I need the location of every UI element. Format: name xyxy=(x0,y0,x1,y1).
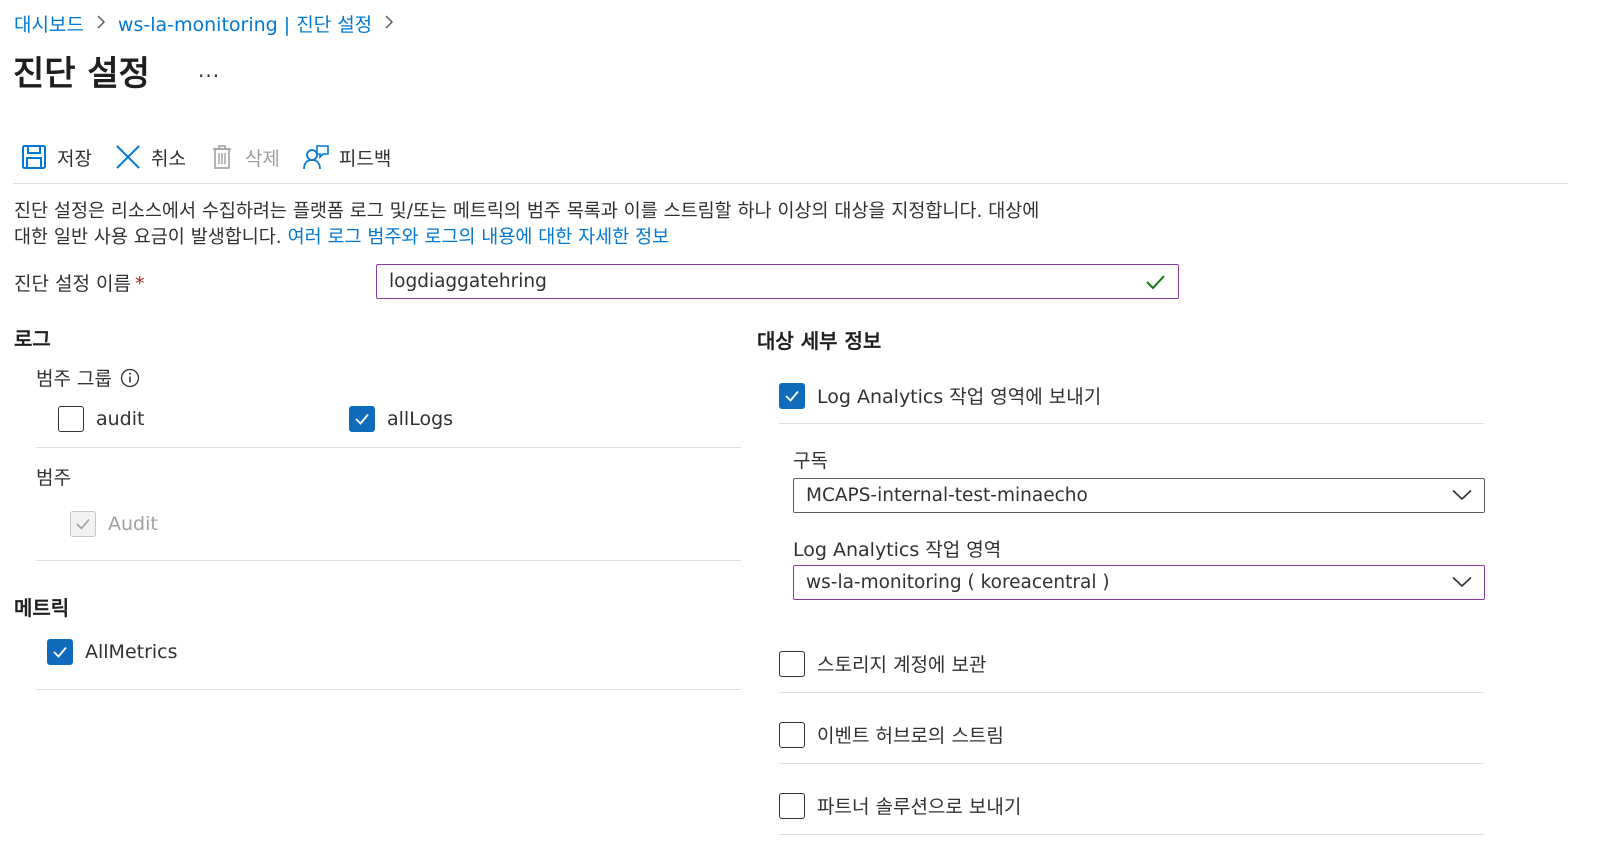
destination-section-title: 대상 세부 정보 xyxy=(757,329,882,353)
event-hub-option[interactable]: 이벤트 허브로의 스트림 xyxy=(779,721,1004,748)
divider xyxy=(779,763,1484,764)
description: 진단 설정은 리소스에서 수집하려는 플랫폼 로그 및/또는 메트릭의 범주 목… xyxy=(14,199,1044,251)
setting-name-label-text: 진단 설정 이름 xyxy=(14,273,131,295)
partner-option[interactable]: 파트너 솔루션으로 보내기 xyxy=(779,792,1021,819)
metrics-section-title: 메트릭 xyxy=(14,596,70,620)
chevron-right-icon xyxy=(96,14,106,34)
setting-name-value[interactable]: logdiaggatehring xyxy=(389,271,1144,292)
checkmark-icon xyxy=(53,646,67,658)
feedback-label: 피드백 xyxy=(338,147,392,170)
category-group-alllogs-label: allLogs xyxy=(387,408,454,430)
page-title: 진단 설정 xyxy=(13,54,150,94)
chevron-down-icon xyxy=(1452,485,1472,506)
checkbox[interactable] xyxy=(779,650,805,677)
checkbox-checked[interactable] xyxy=(349,406,375,432)
categories-label: 범주 xyxy=(36,467,71,489)
subscription-dropdown[interactable]: MCAPS-internal-test-minaecho xyxy=(793,478,1485,513)
checkbox-checked[interactable] xyxy=(779,382,805,409)
breadcrumb: 대시보드 ws-la-monitoring | 진단 설정 xyxy=(14,10,394,37)
divider xyxy=(36,560,741,561)
more-options-button[interactable]: ... xyxy=(198,58,220,82)
workspace-dropdown[interactable]: ws-la-monitoring ( koreacentral ) xyxy=(793,565,1485,600)
feedback-button[interactable]: 피드백 xyxy=(302,140,391,174)
category-group-alllogs[interactable]: allLogs xyxy=(349,406,453,432)
event-hub-label: 이벤트 허브로의 스트림 xyxy=(817,725,1004,747)
checkmark-icon xyxy=(1144,271,1166,293)
workspace-value: ws-la-monitoring ( koreacentral ) xyxy=(806,572,1110,593)
save-icon xyxy=(20,143,48,171)
log-analytics-label: Log Analytics 작업 영역에 보내기 xyxy=(817,386,1102,408)
checkbox[interactable] xyxy=(58,406,84,432)
metric-allmetrics[interactable]: AllMetrics xyxy=(47,639,178,665)
checkmark-icon xyxy=(785,390,799,402)
metric-allmetrics-label: AllMetrics xyxy=(85,641,178,663)
checkbox[interactable] xyxy=(779,792,805,819)
category-group-audit-label: audit xyxy=(96,408,145,430)
checkbox-disabled xyxy=(70,511,96,537)
info-icon[interactable] xyxy=(120,368,140,388)
category-group-audit[interactable]: audit xyxy=(58,406,144,432)
checkbox-checked[interactable] xyxy=(47,639,73,665)
save-button[interactable]: 저장 xyxy=(20,140,92,174)
divider xyxy=(36,447,741,448)
divider xyxy=(779,834,1484,835)
divider xyxy=(779,423,1484,424)
category-groups-label: 범주 그룹 xyxy=(36,364,140,391)
toolbar-divider xyxy=(13,183,1568,184)
category-groups-label-text: 범주 그룹 xyxy=(36,368,112,390)
setting-name-label: 진단 설정 이름 * xyxy=(14,269,144,296)
trash-icon xyxy=(208,143,236,171)
delete-label: 삭제 xyxy=(244,147,280,170)
chevron-right-icon xyxy=(384,14,394,34)
command-bar: 저장 취소 삭제 피드백 xyxy=(20,140,413,174)
storage-label: 스토리지 계정에 보관 xyxy=(817,654,987,676)
category-audit: Audit xyxy=(70,511,158,537)
close-icon xyxy=(114,143,142,171)
divider xyxy=(779,692,1484,693)
workspace-label: Log Analytics 작업 영역 xyxy=(793,539,1002,561)
logs-section-title: 로그 xyxy=(14,327,51,351)
log-analytics-option[interactable]: Log Analytics 작업 영역에 보내기 xyxy=(779,382,1101,409)
partner-label: 파트너 솔루션으로 보내기 xyxy=(817,796,1022,818)
checkmark-icon xyxy=(76,518,90,530)
subscription-value: MCAPS-internal-test-minaecho xyxy=(806,485,1088,506)
divider xyxy=(36,689,741,690)
checkmark-icon xyxy=(355,413,369,425)
breadcrumb-resource-link[interactable]: ws-la-monitoring | 진단 설정 xyxy=(118,10,372,37)
delete-button[interactable]: 삭제 xyxy=(208,140,280,174)
setting-name-input[interactable]: logdiaggatehring xyxy=(376,264,1179,299)
learn-more-link[interactable]: 여러 로그 범주와 로그의 내용에 대한 자세한 정보 xyxy=(288,227,670,248)
cancel-button[interactable]: 취소 xyxy=(114,140,186,174)
feedback-icon xyxy=(302,143,330,171)
storage-option[interactable]: 스토리지 계정에 보관 xyxy=(779,650,986,677)
save-label: 저장 xyxy=(57,147,92,170)
required-asterisk: * xyxy=(134,273,145,295)
chevron-down-icon xyxy=(1452,572,1472,593)
checkbox[interactable] xyxy=(779,721,805,748)
cancel-label: 취소 xyxy=(150,147,186,170)
breadcrumb-dashboard-link[interactable]: 대시보드 xyxy=(14,10,84,37)
category-audit-label: Audit xyxy=(108,513,158,535)
subscription-label: 구독 xyxy=(793,450,828,472)
